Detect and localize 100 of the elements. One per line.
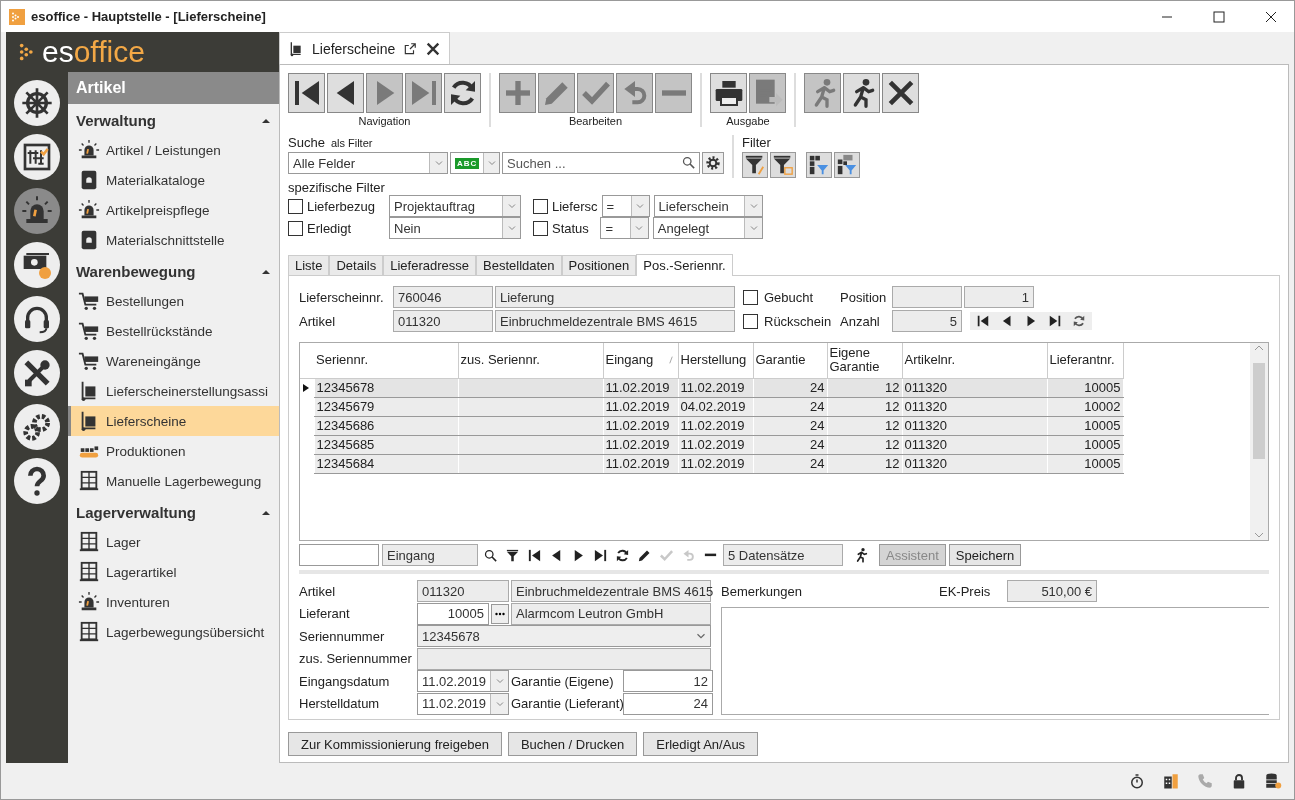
manufactured-date-field[interactable]: 11.02.2019 bbox=[417, 692, 509, 715]
serial-number-select[interactable]: 12345678 bbox=[417, 625, 711, 647]
nav-item[interactable]: Lieferscheine bbox=[68, 406, 279, 436]
nav-item[interactable]: Bestellrückstände bbox=[68, 316, 279, 346]
close-tab-button[interactable] bbox=[425, 40, 442, 57]
module-button[interactable] bbox=[14, 134, 60, 180]
status-icon[interactable] bbox=[1128, 772, 1146, 790]
filter-button[interactable] bbox=[834, 152, 860, 178]
column-header[interactable]: Artikelnr. bbox=[902, 343, 1047, 378]
search-settings-button[interactable] bbox=[702, 152, 724, 174]
module-button[interactable] bbox=[14, 458, 60, 504]
column-header[interactable]: Garantie bbox=[753, 343, 827, 378]
remarks-field[interactable] bbox=[721, 606, 1269, 715]
module-button[interactable] bbox=[14, 350, 60, 396]
grid-search-field[interactable] bbox=[299, 544, 379, 566]
detail-tab[interactable]: Pos.-Seriennr. bbox=[636, 254, 733, 276]
detail-tab[interactable]: Positionen bbox=[561, 255, 637, 275]
module-button[interactable] bbox=[14, 404, 60, 450]
filter-checkbox[interactable] bbox=[533, 220, 548, 236]
module-button[interactable] bbox=[14, 242, 60, 288]
toolbar-button[interactable] bbox=[710, 73, 747, 113]
search-field[interactable]: Suchen ... bbox=[502, 152, 700, 174]
column-header[interactable]: Lieferantnr. bbox=[1047, 343, 1123, 378]
supplier-name-field[interactable]: Alarmcom Leutron GmbH bbox=[511, 602, 711, 625]
article-name-field[interactable]: Einbruchmeldezentrale BMS 4615 bbox=[495, 310, 735, 332]
detail-tab[interactable]: Bestelldaten bbox=[476, 255, 562, 275]
delivery-number-field[interactable]: 760046 bbox=[393, 286, 493, 308]
more-button[interactable] bbox=[491, 603, 509, 624]
nav-item[interactable]: Bestellungen bbox=[68, 286, 279, 316]
record-count-field[interactable]: 5 Datensätze bbox=[723, 544, 843, 566]
detail-tab[interactable]: Lieferadresse bbox=[383, 255, 476, 275]
toolbar-button[interactable] bbox=[444, 73, 481, 113]
status-icon[interactable] bbox=[1162, 772, 1180, 790]
column-header[interactable]: Seriennr. bbox=[314, 343, 458, 378]
toolbar-button[interactable] bbox=[288, 73, 325, 113]
column-header[interactable]: Eigene Garantie bbox=[827, 343, 902, 378]
action-button[interactable]: Buchen / Drucken bbox=[507, 732, 638, 756]
column-header[interactable]: Herstellung bbox=[678, 343, 753, 378]
nav-item[interactable]: Materialkataloge bbox=[68, 165, 279, 195]
operator-select[interactable]: = bbox=[601, 195, 650, 217]
column-header[interactable]: Eingang bbox=[603, 343, 678, 378]
supplier-number-field[interactable]: 10005 bbox=[417, 602, 489, 625]
building-icon bbox=[1162, 772, 1180, 790]
filter-button[interactable] bbox=[742, 152, 768, 178]
filter-button[interactable] bbox=[770, 152, 796, 178]
nav-item[interactable]: Artikel / Leistungen bbox=[68, 135, 279, 165]
module-button[interactable] bbox=[14, 296, 60, 342]
checkbox-label: Rückschein bbox=[763, 313, 833, 329]
filter-value-select[interactable]: Nein bbox=[389, 217, 521, 239]
nav-item[interactable]: Produktionen bbox=[68, 436, 279, 466]
filter-checkbox[interactable] bbox=[533, 198, 548, 214]
grid-button[interactable]: Speichern bbox=[948, 544, 1022, 566]
nav-item[interactable]: Materialschnittstelle bbox=[68, 225, 279, 255]
count-field[interactable]: 5 bbox=[892, 310, 962, 332]
filter-checkbox[interactable] bbox=[288, 220, 303, 236]
filter-value-select[interactable]: Projektauftrag bbox=[389, 195, 521, 217]
group-label: Ausgabe bbox=[726, 115, 770, 127]
document-tab[interactable]: Lieferscheine bbox=[279, 32, 451, 64]
type-select[interactable]: ABC bbox=[450, 152, 500, 174]
filter-value-select[interactable]: Angelegt bbox=[652, 217, 763, 239]
nav-item[interactable]: Manuelle Lagerbewegung bbox=[68, 466, 279, 496]
detail-tab[interactable]: Details bbox=[329, 255, 384, 275]
toolbar-button[interactable] bbox=[882, 73, 919, 113]
nav-item[interactable]: Lieferscheinerstellungsassi bbox=[68, 376, 279, 406]
nav-item[interactable]: Lagerartikel bbox=[68, 557, 279, 587]
operator-select[interactable]: = bbox=[600, 217, 649, 239]
module-button[interactable] bbox=[14, 80, 60, 126]
search-column-field[interactable]: Eingang bbox=[382, 544, 478, 566]
field-label: Position bbox=[840, 289, 888, 305]
search-icon bbox=[681, 155, 696, 170]
status-icon[interactable] bbox=[1264, 772, 1282, 790]
nav-item[interactable]: Lager bbox=[68, 527, 279, 557]
filter-value-select[interactable]: Lieferschein bbox=[653, 195, 763, 217]
article-number-field[interactable]: 011320 bbox=[393, 310, 493, 332]
nav-item[interactable]: Inventuren bbox=[68, 587, 279, 617]
delivery-type-field[interactable]: Lieferung bbox=[495, 286, 735, 308]
article-name-field[interactable]: Einbruchmeldezentrale BMS 4615 bbox=[511, 580, 711, 602]
toolbar-button[interactable] bbox=[327, 73, 364, 113]
position-number-field[interactable]: 1 bbox=[964, 286, 1034, 308]
popout-button[interactable] bbox=[403, 41, 418, 56]
search-field-select[interactable]: Alle Felder bbox=[288, 152, 448, 174]
booked-checkbox[interactable] bbox=[743, 289, 758, 305]
price-field[interactable]: 510,00 € bbox=[1007, 580, 1097, 602]
article-number-field[interactable]: 011320 bbox=[417, 580, 509, 602]
detail-tab[interactable]: Liste bbox=[288, 255, 330, 275]
return-slip-checkbox[interactable] bbox=[743, 313, 758, 329]
position-field[interactable] bbox=[892, 286, 962, 308]
warranty-field[interactable]: 12 bbox=[623, 670, 713, 692]
warranty-field[interactable]: 24 bbox=[623, 692, 713, 715]
nav-item[interactable]: Wareneingänge bbox=[68, 346, 279, 376]
action-button[interactable]: Zur Kommissionierung freigeben bbox=[288, 732, 502, 756]
column-header[interactable]: zus. Seriennr. bbox=[458, 343, 603, 378]
action-button[interactable]: Erledigt An/Aus bbox=[643, 732, 759, 756]
nav-item[interactable]: Artikelpreispflege bbox=[68, 195, 279, 225]
extra-serial-field[interactable] bbox=[417, 647, 711, 670]
toolbar-button[interactable] bbox=[843, 73, 880, 113]
filter-checkbox[interactable] bbox=[288, 198, 303, 214]
received-date-field[interactable]: 11.02.2019 bbox=[417, 670, 509, 692]
nav-item[interactable]: Lagerbewegungsübersicht bbox=[68, 617, 279, 647]
filter-button[interactable] bbox=[806, 152, 832, 178]
